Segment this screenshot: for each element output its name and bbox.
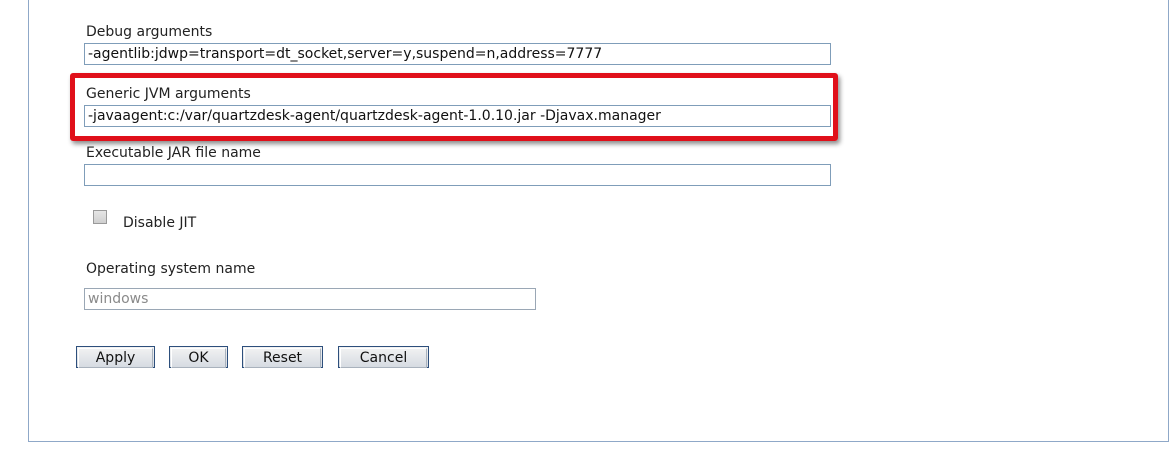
executable-jar-input[interactable]: [84, 164, 831, 186]
os-name-input[interactable]: windows: [84, 288, 536, 310]
disable-jit-label: Disable JIT: [123, 215, 197, 231]
apply-button[interactable]: Apply: [76, 346, 155, 368]
debug-arguments-input[interactable]: -agentlib:jdwp=transport=dt_socket,serve…: [84, 43, 831, 65]
debug-arguments-label: Debug arguments: [86, 24, 213, 40]
ok-button[interactable]: OK: [169, 346, 228, 368]
generic-jvm-arguments-input[interactable]: -javaagent:c:/var/quartzdesk-agent/quart…: [84, 105, 831, 127]
ok-button-label: OK: [171, 348, 226, 368]
cancel-button-label: Cancel: [340, 348, 427, 368]
generic-jvm-arguments-label: Generic JVM arguments: [86, 86, 251, 102]
reset-button[interactable]: Reset: [242, 346, 323, 368]
reset-button-label: Reset: [244, 348, 321, 368]
disable-jit-checkbox[interactable]: [93, 210, 107, 224]
settings-panel: [28, 0, 1169, 442]
cancel-button[interactable]: Cancel: [338, 346, 429, 368]
apply-button-label: Apply: [78, 348, 153, 368]
executable-jar-label: Executable JAR file name: [86, 145, 261, 161]
os-name-label: Operating system name: [86, 261, 256, 277]
